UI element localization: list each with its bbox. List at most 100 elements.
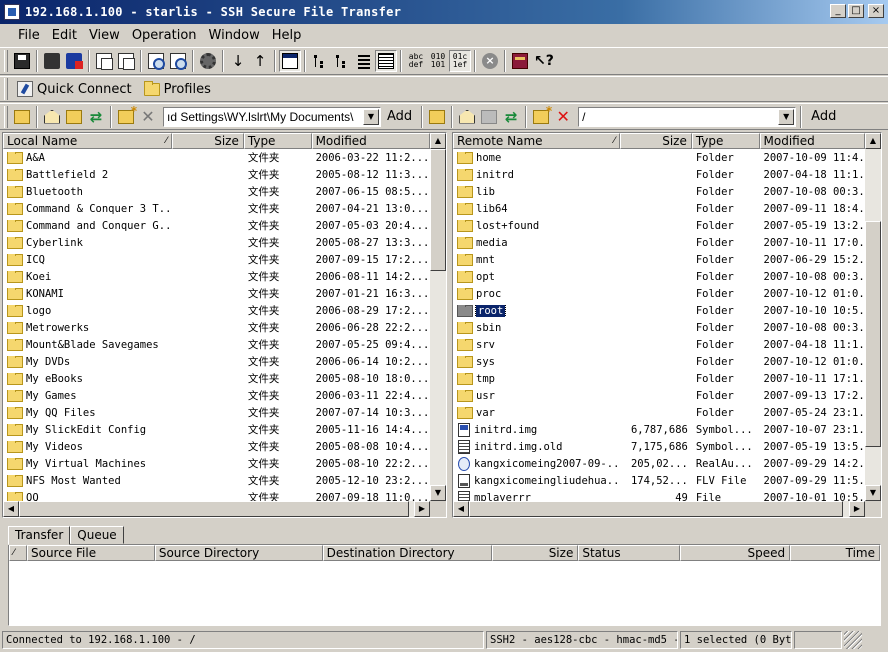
- minimize-button[interactable]: _: [830, 4, 846, 18]
- transfer-status-header[interactable]: Status: [578, 545, 681, 561]
- paste-button[interactable]: [115, 50, 137, 72]
- scroll-thumb[interactable]: [430, 149, 446, 271]
- chevron-down-icon[interactable]: ▼: [363, 108, 379, 125]
- local-file-row[interactable]: My Videos 文件夹 2005-08-08 10:4...: [3, 438, 430, 455]
- remote-vertical-scrollbar[interactable]: ▲ ▼: [865, 133, 881, 501]
- remote-file-row[interactable]: lib64 Folder 2007-09-11 18:4...: [453, 200, 865, 217]
- remote-delete-button[interactable]: ✕: [552, 106, 574, 128]
- local-file-pane[interactable]: Local Name ⁄ Size Type Modified A&A 文件夹 200…: [2, 132, 447, 518]
- scroll-left-icon[interactable]: ◀: [3, 501, 19, 517]
- remote-file-row[interactable]: media Folder 2007-10-11 17:0...: [453, 234, 865, 251]
- remote-file-pane[interactable]: Remote Name ⁄ Size Type Modified home Fold…: [452, 132, 882, 518]
- local-home-button[interactable]: [41, 106, 63, 128]
- local-file-row[interactable]: Cyberlink 文件夹 2005-08-27 13:3...: [3, 234, 430, 251]
- menu-view[interactable]: View: [83, 28, 126, 43]
- remote-path-combo[interactable]: / ▼: [578, 106, 797, 127]
- menu-edit[interactable]: Edit: [46, 28, 83, 43]
- view-list-button[interactable]: [353, 50, 375, 72]
- scroll-thumb[interactable]: [469, 501, 843, 517]
- transfer-source-file-header[interactable]: Source File: [26, 545, 155, 561]
- remote-horizontal-scrollbar[interactable]: ◀ ▶: [453, 501, 865, 517]
- scroll-up-icon[interactable]: ▲: [865, 133, 881, 149]
- profiles-button[interactable]: Profiles: [138, 78, 217, 100]
- download-button[interactable]: ↓: [227, 50, 249, 72]
- auto-mode-button[interactable]: 01c 1ef: [449, 50, 471, 72]
- local-delete-button[interactable]: ✕: [137, 106, 159, 128]
- menu-operation[interactable]: Operation: [126, 28, 203, 43]
- scroll-down-icon[interactable]: ▼: [865, 485, 881, 501]
- stop-button[interactable]: ×: [479, 50, 501, 72]
- scroll-right-icon[interactable]: ▶: [414, 501, 430, 517]
- tab-transfer[interactable]: Transfer: [8, 526, 71, 545]
- remote-file-row[interactable]: srv Folder 2007-04-18 11:1...: [453, 336, 865, 353]
- remote-file-row[interactable]: initrd Folder 2007-04-18 11:1...: [453, 166, 865, 183]
- toolbar-grip[interactable]: [4, 105, 8, 128]
- remote-file-row[interactable]: initrd.img.old 7,175,686 Symbol... 2007-05-…: [453, 438, 865, 455]
- local-file-row[interactable]: My DVDs 文件夹 2006-06-14 10:2...: [3, 353, 430, 370]
- view-small-icons-button[interactable]: [331, 50, 353, 72]
- local-refresh-button[interactable]: ⇄: [85, 106, 107, 128]
- chevron-down-icon[interactable]: ▼: [778, 108, 795, 125]
- local-file-row[interactable]: Command & Conquer 3 T... 文件夹 2007-04-21 13…: [3, 200, 430, 217]
- remote-file-row[interactable]: lib Folder 2007-10-08 00:3...: [453, 183, 865, 200]
- settings-button[interactable]: [197, 50, 219, 72]
- remote-file-row[interactable]: initrd.img 6,787,686 Symbol... 2007-10-07 2…: [453, 421, 865, 438]
- local-file-row[interactable]: Battlefield 2 文件夹 2005-08-12 11:3...: [3, 166, 430, 183]
- local-toggle-tree-button[interactable]: [11, 106, 33, 128]
- local-file-row[interactable]: logo 文件夹 2006-08-29 17:2...: [3, 302, 430, 319]
- remote-file-row[interactable]: sys Folder 2007-10-12 01:0...: [453, 353, 865, 370]
- local-path-combo[interactable]: ıd Settings\WY.lslrt\My Documents\ ▼: [163, 106, 381, 127]
- remote-file-row[interactable]: root Folder 2007-10-10 10:5...: [453, 302, 865, 319]
- scroll-thumb[interactable]: [865, 221, 881, 447]
- local-file-row[interactable]: My Games 文件夹 2006-03-11 22:4...: [3, 387, 430, 404]
- remote-file-row[interactable]: kangxicomeing2007-09-... 205,02... RealAu.…: [453, 455, 865, 472]
- remote-file-row[interactable]: var Folder 2007-05-24 23:1...: [453, 404, 865, 421]
- local-file-row[interactable]: Command and Conquer G... 文件夹 2007-05-03 20…: [3, 217, 430, 234]
- remote-file-row[interactable]: sbin Folder 2007-10-08 00:3...: [453, 319, 865, 336]
- new-terminal-button[interactable]: [41, 50, 63, 72]
- view-tree-button[interactable]: [309, 50, 331, 72]
- remote-file-row[interactable]: opt Folder 2007-10-08 00:3...: [453, 268, 865, 285]
- remote-toggle-tree-button[interactable]: [426, 106, 448, 128]
- remote-file-row[interactable]: lost+found Folder 2007-05-19 13:2...: [453, 217, 865, 234]
- remote-new-folder-button[interactable]: [530, 104, 552, 128]
- toolbar-grip[interactable]: [4, 78, 8, 100]
- help-topics-button[interactable]: [509, 50, 531, 72]
- local-modified-header[interactable]: Modified: [311, 133, 430, 149]
- copy-button[interactable]: [93, 50, 115, 72]
- quick-connect-button[interactable]: Quick Connect: [11, 78, 138, 100]
- transfer-size-header[interactable]: Size: [492, 545, 579, 561]
- local-up-button[interactable]: [63, 106, 85, 128]
- local-file-row[interactable]: Bluetooth 文件夹 2007-06-15 08:5...: [3, 183, 430, 200]
- local-new-folder-button[interactable]: [115, 104, 137, 128]
- find-button[interactable]: [145, 50, 167, 72]
- menu-file[interactable]: File: [12, 28, 46, 43]
- transfer-direction-header[interactable]: ⁄: [9, 545, 27, 561]
- binary-mode-button[interactable]: 010 101: [427, 50, 449, 72]
- transfer-speed-header[interactable]: Speed: [680, 545, 791, 561]
- remote-modified-header[interactable]: Modified: [759, 133, 865, 149]
- new-file-transfer-button[interactable]: [63, 50, 85, 72]
- scroll-right-icon[interactable]: ▶: [849, 501, 865, 517]
- local-file-row[interactable]: NFS Most Wanted 文件夹 2005-12-10 23:2...: [3, 472, 430, 489]
- local-add-button[interactable]: Add: [381, 106, 418, 128]
- transfer-list[interactable]: ⁄ Source File Source Directory Destinati…: [8, 544, 881, 626]
- menu-window[interactable]: Window: [203, 28, 266, 43]
- close-button[interactable]: ×: [868, 4, 884, 18]
- local-vertical-scrollbar[interactable]: ▲ ▼: [430, 133, 446, 501]
- remote-file-row[interactable]: mnt Folder 2007-06-29 15:2...: [453, 251, 865, 268]
- resize-grip[interactable]: [844, 631, 862, 649]
- remote-size-header[interactable]: Size: [620, 133, 692, 149]
- remote-name-header[interactable]: Remote Name ⁄: [453, 133, 621, 149]
- remote-up-button[interactable]: [478, 106, 500, 128]
- local-file-row[interactable]: Mount&Blade Savegames 文件夹 2007-05-25 09:4.…: [3, 336, 430, 353]
- local-file-row[interactable]: Koei 文件夹 2006-08-11 14:2...: [3, 268, 430, 285]
- view-details-button[interactable]: [375, 50, 397, 72]
- local-size-header[interactable]: Size: [172, 133, 244, 149]
- view-window-button[interactable]: [279, 50, 301, 72]
- upload-button[interactable]: ↑: [249, 50, 271, 72]
- local-type-header[interactable]: Type: [243, 133, 312, 149]
- local-horizontal-scrollbar[interactable]: ◀ ▶: [3, 501, 430, 517]
- find-next-button[interactable]: [167, 50, 189, 72]
- remote-file-row[interactable]: proc Folder 2007-10-12 01:0...: [453, 285, 865, 302]
